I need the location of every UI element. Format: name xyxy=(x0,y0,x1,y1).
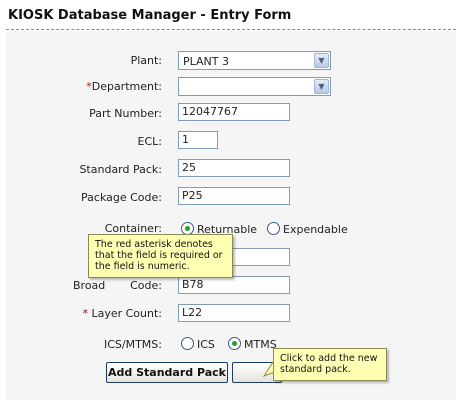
asterisk-help-callout: The red asterisk denotes that the field … xyxy=(88,234,233,278)
callout-pointers xyxy=(104,263,281,378)
add-help-callout: Click to add the new standard pack. xyxy=(273,348,387,381)
